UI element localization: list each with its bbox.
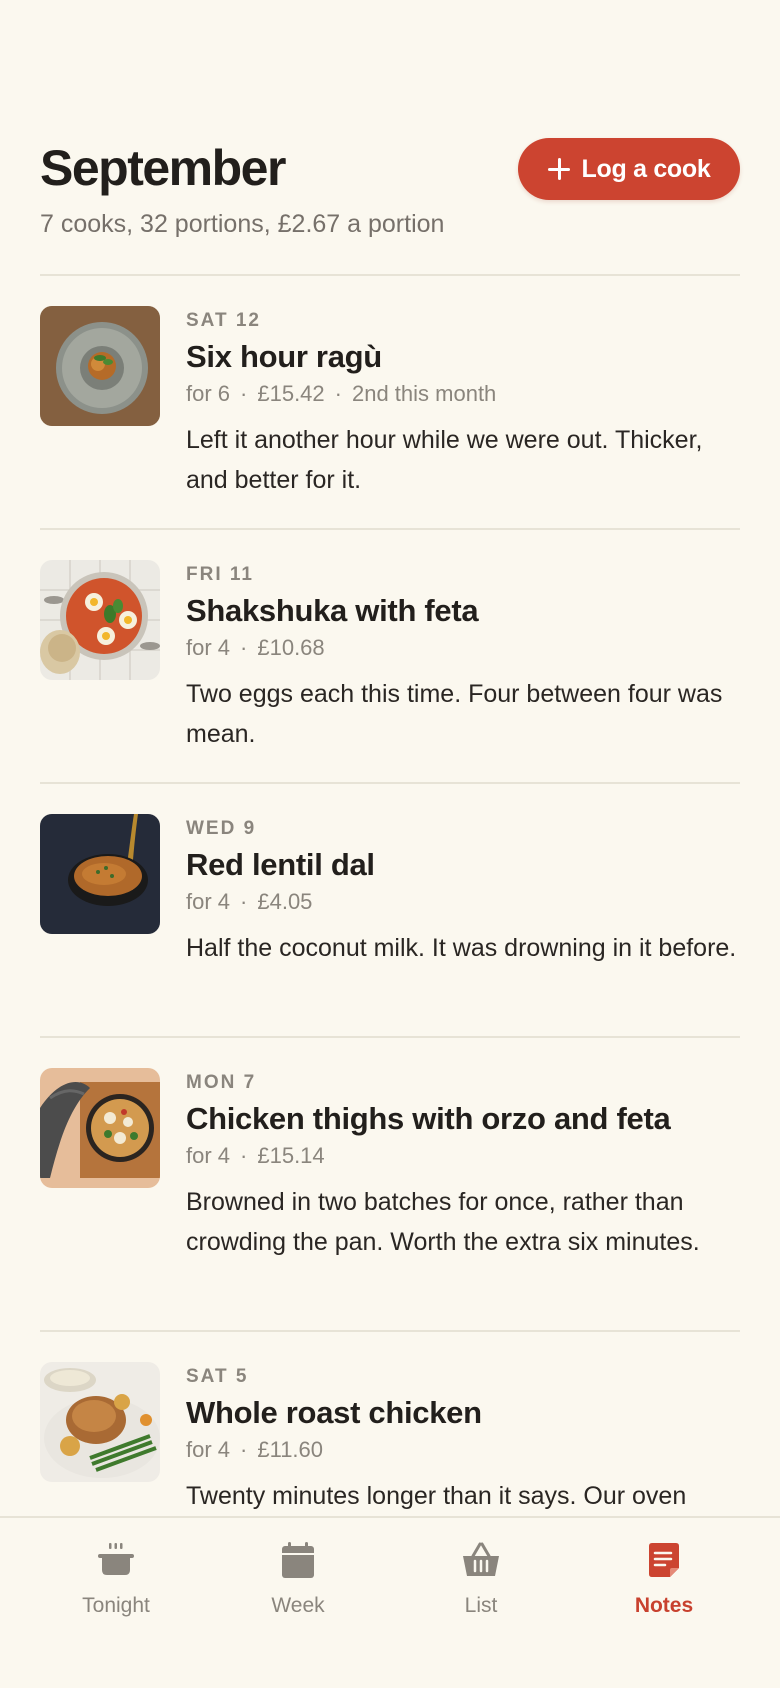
- tab-label: Tonight: [82, 1594, 150, 1617]
- entry-cost: £4.05: [257, 889, 313, 914]
- log-a-cook-button[interactable]: Log a cook: [518, 138, 740, 200]
- entry-cost: £10.68: [257, 635, 325, 660]
- tab-label: Notes: [634, 1594, 694, 1617]
- tab-list[interactable]: List: [401, 1538, 561, 1628]
- entry-portions: for 4: [186, 635, 231, 660]
- pot-icon: [98, 1543, 134, 1575]
- month-summary: 7 cooks, 32 portions, £2.67 a portion: [40, 210, 445, 238]
- divider: [40, 528, 740, 530]
- dish-photo-roast-chicken: [40, 1362, 160, 1482]
- notes-icon: [649, 1543, 679, 1577]
- log-a-cook-label: Log a cook: [581, 154, 711, 183]
- calendar-icon: [282, 1542, 314, 1578]
- bottom-tab-bar: Tonight Week List Notes: [0, 1516, 780, 1688]
- entry-date: WED 9: [186, 818, 257, 839]
- divider: [40, 1036, 740, 1038]
- entry-title: Shakshuka with feta: [186, 593, 479, 628]
- entry-meta: for 4 · £11.60: [186, 1437, 324, 1462]
- entry-date: SAT 5: [186, 1366, 249, 1387]
- entry-portions: for 4: [186, 1143, 231, 1168]
- plus-icon: [547, 158, 570, 180]
- divider: [40, 782, 740, 784]
- tab-tonight[interactable]: Tonight: [36, 1538, 196, 1628]
- dish-photo-dal: [40, 814, 160, 934]
- entry-cost: £11.60: [257, 1437, 324, 1462]
- page-title: September: [40, 140, 286, 196]
- list-item[interactable]: FRI 11 Shakshuka with feta for 4 · £10.68 …: [40, 560, 740, 760]
- entry-title: Chicken thighs with orzo and feta: [186, 1101, 671, 1136]
- list-item[interactable]: WED 9 Red lentil dal for 4 · £4.05 Half th…: [40, 814, 740, 1014]
- entry-cost: £15.14: [257, 1143, 325, 1168]
- entry-note: Half the coconut milk. It was drowning i…: [186, 934, 737, 962]
- entry-date: MON 7: [186, 1072, 257, 1093]
- dish-photo-chicken-orzo: [40, 1068, 160, 1188]
- list-item[interactable]: MON 7 Chicken thighs with orzo and feta …: [40, 1068, 740, 1308]
- entry-portions: for 4: [186, 889, 231, 914]
- entry-note: Twenty minutes longer than it says. Our …: [186, 1482, 687, 1510]
- entry-note: Two eggs each this time. Four between fo…: [186, 680, 723, 748]
- entry-meta: for 4 · £4.05: [186, 889, 313, 914]
- entry-date: FRI 11: [186, 564, 254, 585]
- entry-title: Whole roast chicken: [186, 1395, 482, 1430]
- entry-repeat-count: 2nd this month: [351, 381, 497, 406]
- list-item[interactable]: SAT 5 Whole roast chicken for 4 · £11.60 T…: [40, 1362, 740, 1522]
- entry-portions: for 6: [186, 381, 231, 406]
- entry-meta: for 4 · £10.68: [186, 635, 325, 660]
- tab-week[interactable]: Week: [218, 1538, 378, 1628]
- divider: [40, 1330, 740, 1332]
- tab-label: Week: [271, 1594, 325, 1617]
- entry-title: Red lentil dal: [186, 847, 375, 882]
- entry-portions: for 4: [186, 1437, 231, 1462]
- basket-icon: [463, 1542, 499, 1576]
- tab-notes[interactable]: Notes: [584, 1538, 744, 1628]
- dish-photo-ragu: [40, 306, 160, 426]
- entry-note: Left it another hour while we were out. …: [186, 426, 703, 494]
- page-header: September 7 cooks, 32 portions, £2.67 a …: [40, 138, 740, 248]
- divider: [40, 274, 740, 276]
- entry-note: Browned in two batches for once, rather …: [186, 1188, 700, 1256]
- entry-meta: for 4 · £15.14: [186, 1143, 325, 1168]
- dish-photo-shakshuka: [40, 560, 160, 680]
- entry-date: SAT 12: [186, 310, 262, 331]
- entry-cost: £15.42: [257, 381, 325, 406]
- tab-label: List: [464, 1594, 498, 1617]
- list-item[interactable]: SAT 12 Six hour ragù for 6 · £15.42 · 2nd th…: [40, 306, 740, 506]
- entry-meta: for 6 · £15.42 · 2nd this month: [186, 381, 497, 406]
- entry-title: Six hour ragù: [186, 339, 382, 374]
